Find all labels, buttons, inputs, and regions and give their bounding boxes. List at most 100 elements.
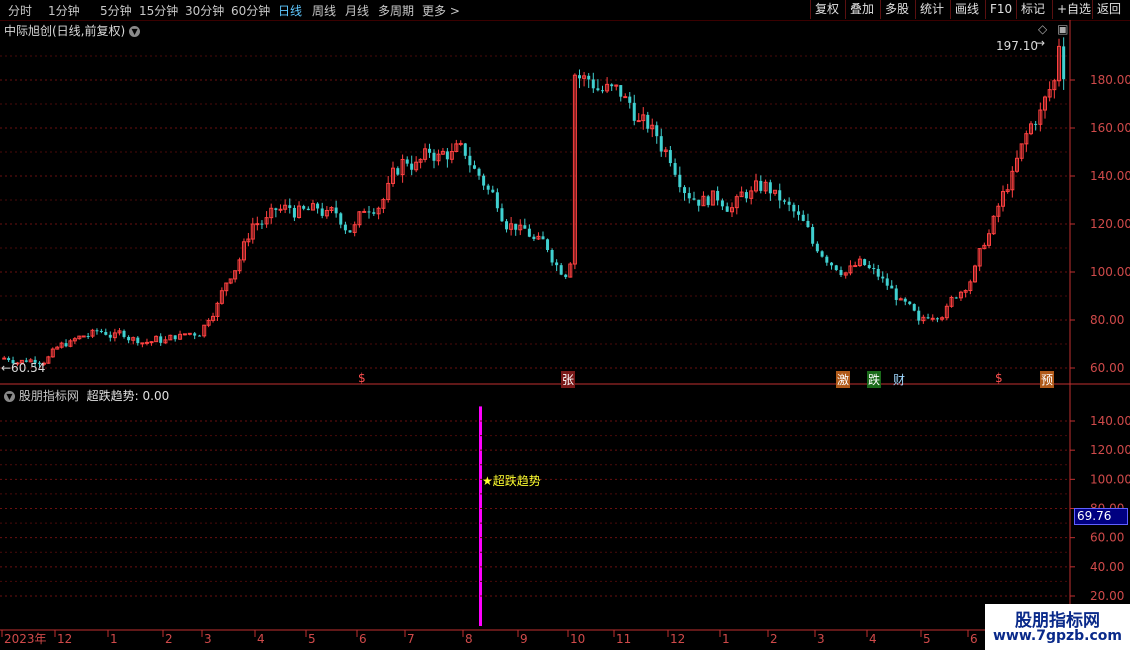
candle-body <box>1062 46 1066 80</box>
time-tick-label: 6 <box>359 632 367 646</box>
candle-body <box>903 298 907 302</box>
time-tick-label: 3 <box>204 632 212 646</box>
candle-body <box>136 337 140 344</box>
candle-body <box>428 148 432 153</box>
time-tick-label: 10 <box>570 632 585 646</box>
time-tick-label: 2023年 <box>4 632 47 646</box>
event-marker[interactable]: 张 <box>561 371 576 388</box>
signal-label: ★超跌趋势 <box>482 474 541 488</box>
candle-body <box>159 336 163 343</box>
candle-body <box>288 205 292 208</box>
candle-body <box>187 332 192 335</box>
candle-body <box>140 342 145 345</box>
candle-body <box>367 211 371 213</box>
y-tick-label: 160.00 <box>1090 121 1130 135</box>
candle-body <box>505 221 509 230</box>
candle-body <box>541 236 545 240</box>
watermark: 股朋指标网 www.7gpzb.com <box>985 604 1130 650</box>
watermark-url: www.7gpzb.com <box>992 628 1122 644</box>
candle-body <box>825 256 829 263</box>
candle-body <box>673 163 677 175</box>
candle-body <box>546 239 550 250</box>
candle-body <box>811 227 815 244</box>
candle-body <box>193 333 197 336</box>
candle-body <box>86 335 90 337</box>
time-tick-label: 12 <box>57 632 72 646</box>
candle-body <box>396 168 400 175</box>
candle-body <box>343 224 347 231</box>
candle-body <box>759 180 763 191</box>
y-tick-label: 60.00 <box>1090 531 1124 545</box>
time-tick-label: 5 <box>308 632 316 646</box>
candle-body <box>894 288 898 300</box>
y-tick-label: 80.00 <box>1090 313 1124 327</box>
candle-body <box>935 318 939 320</box>
candle-body <box>514 223 518 230</box>
candle-body <box>623 96 628 99</box>
candle-body <box>410 163 414 170</box>
candle-body <box>127 336 131 341</box>
time-tick-label: 7 <box>407 632 415 646</box>
candle-body <box>716 190 720 201</box>
y-tick-label: 120.00 <box>1090 217 1130 231</box>
candle-body <box>144 341 149 344</box>
candle-body <box>778 190 782 201</box>
candle-body <box>885 278 889 286</box>
candle-body <box>320 208 324 216</box>
candle-body <box>668 150 672 164</box>
time-tick-label: 5 <box>923 632 931 646</box>
candle-body <box>491 189 495 193</box>
candle-body <box>468 155 472 166</box>
candle-body <box>881 276 885 279</box>
candle-body <box>348 230 352 233</box>
candle-body <box>255 223 260 226</box>
candle-body <box>687 193 691 199</box>
y-tick-label: 140.00 <box>1090 169 1130 183</box>
event-marker[interactable]: 激 <box>836 371 851 388</box>
candle-body <box>339 213 343 225</box>
candle-body <box>930 317 935 320</box>
candle-body <box>532 236 536 239</box>
current-value-box: 69.76 <box>1074 508 1128 525</box>
candle-body <box>768 182 772 194</box>
time-tick-label: 6 <box>970 632 978 646</box>
candle-body <box>362 210 367 213</box>
y-tick-label: 120.00 <box>1090 443 1130 457</box>
candle-body <box>122 330 126 337</box>
candle-body <box>587 75 591 80</box>
candle-body <box>99 330 103 332</box>
candle-body <box>7 358 11 361</box>
candle-body <box>610 84 614 87</box>
candle-body <box>564 274 568 278</box>
event-marker[interactable]: 跌 <box>867 371 882 388</box>
candle-body <box>405 159 409 164</box>
candle-body <box>636 120 641 123</box>
candle-body <box>302 206 306 209</box>
candle-body <box>64 343 68 347</box>
candle-body <box>198 335 202 337</box>
time-tick-label: 12 <box>670 632 685 646</box>
candle-body <box>834 265 838 271</box>
candle-body <box>274 208 278 210</box>
candle-body <box>601 90 604 92</box>
arrow-icon: → <box>1035 36 1046 50</box>
candle-body <box>806 220 810 228</box>
candle-body <box>863 259 867 266</box>
event-marker[interactable]: 财 <box>893 371 905 388</box>
main-grid: 60.00 80.00 100.00 120.00 140.00 160.00 180.00 <box>0 55 1130 375</box>
time-tick-label: 9 <box>520 632 528 646</box>
candle-body <box>108 334 112 338</box>
event-marker[interactable]: 预 <box>1040 371 1055 388</box>
event-marker[interactable]: $ <box>995 371 1003 385</box>
time-tick-label: 1 <box>722 632 730 646</box>
candle-body <box>782 200 786 202</box>
candle-body <box>646 114 650 129</box>
time-tick-label: 4 <box>257 632 265 646</box>
y-tick-label: 100.00 <box>1090 265 1130 279</box>
candle-body <box>954 297 958 299</box>
event-marker[interactable]: $ <box>358 371 366 385</box>
candle-body <box>555 262 559 266</box>
candle-body <box>458 142 463 145</box>
high-price-label: 197.10 <box>996 39 1038 53</box>
candle-body <box>917 310 921 321</box>
